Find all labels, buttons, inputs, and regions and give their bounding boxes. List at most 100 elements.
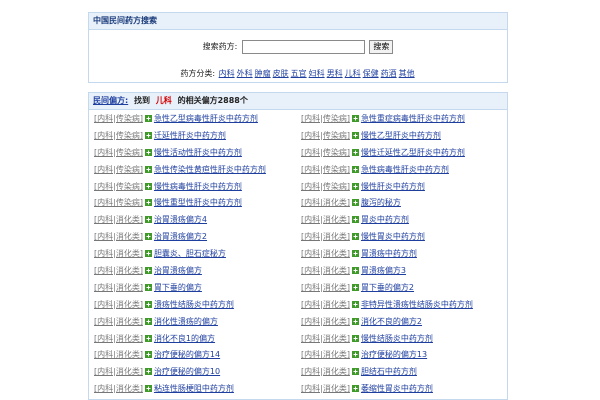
result-title-link[interactable]: 消化不良1的偏方	[154, 334, 215, 343]
result-category-link[interactable]: [内科|消化类]	[301, 367, 350, 376]
result-category-link[interactable]: [内科|消化类]	[301, 317, 350, 326]
result-title-link[interactable]: 慢性迁延性乙型肝炎中药方剂	[361, 148, 465, 157]
result-item: [内科|消化类] 非特异性溃疡性结肠炎中药方剂	[301, 297, 504, 314]
search-label: 搜索药方:	[202, 42, 238, 51]
category-link[interactable]: 男科	[327, 69, 343, 78]
result-category-link[interactable]: [内科|消化类]	[94, 300, 143, 309]
result-title-link[interactable]: 溃疡性结肠炎中药方剂	[154, 300, 234, 309]
result-category-link[interactable]: [内科|消化类]	[94, 266, 143, 275]
result-title-link[interactable]: 胃溃疡偏方3	[361, 266, 406, 275]
result-category-link[interactable]: [内科|传染病]	[301, 114, 350, 123]
result-title-link[interactable]: 治胃溃疡偏方4	[154, 215, 207, 224]
category-link[interactable]: 妇科	[309, 69, 325, 78]
result-category-link[interactable]: [内科|传染病]	[301, 148, 350, 157]
result-category-link[interactable]: [内科|消化类]	[94, 249, 143, 258]
category-link[interactable]: 其他	[399, 69, 415, 78]
result-title-link[interactable]: 慢性胃炎中药方剂	[361, 232, 425, 241]
green-plus-square-icon	[144, 196, 152, 207]
category-link[interactable]: 儿科	[345, 69, 361, 78]
result-item: [内科|消化类] 治胃溃疡偏方4	[94, 212, 301, 229]
result-title-link[interactable]: 治疗便秘的偏方14	[154, 350, 220, 359]
search-row: 搜索药方: 搜索	[89, 40, 507, 55]
result-title-link[interactable]: 慢性乙型肝炎中药方剂	[361, 131, 441, 140]
result-title-link[interactable]: 胆囊炎、胆石症秘方	[154, 249, 226, 258]
result-title-link[interactable]: 慢性活动性肝炎中药方剂	[154, 148, 242, 157]
category-link[interactable]: 皮肤	[273, 69, 289, 78]
result-category-link[interactable]: [内科|消化类]	[94, 283, 143, 292]
result-category-link[interactable]: [内科|传染病]	[94, 165, 143, 174]
result-category-link[interactable]: [内科|消化类]	[301, 300, 350, 309]
result-category-link[interactable]: [内科|传染病]	[94, 198, 143, 207]
result-item: [内科|消化类] 粘连性肠梗阻中药方剂	[94, 381, 301, 398]
category-nav: 药方分类: 内科 外科 肿瘤 皮肤 五官 妇科 男科 儿科 保健 药酒 其他	[89, 68, 507, 80]
result-title-link[interactable]: 慢性结肠炎中药方剂	[361, 334, 433, 343]
category-link[interactable]: 肿瘤	[255, 69, 271, 78]
green-plus-square-icon	[351, 180, 359, 190]
result-title-link[interactable]: 胃下垂的偏方2	[361, 283, 414, 292]
result-title-link[interactable]: 萎缩性胃炎中药方剂	[361, 384, 433, 393]
result-title-link[interactable]: 迁延性肝炎中药方剂	[154, 131, 226, 140]
result-title-link[interactable]: 急性病毒性肝炎中药方剂	[361, 165, 449, 174]
result-title-link[interactable]: 慢性重型性肝炎中药方剂	[154, 198, 242, 207]
result-category-link[interactable]: [内科|传染病]	[301, 131, 350, 140]
result-category-link[interactable]: [内科|消化类]	[301, 384, 350, 393]
result-title-link[interactable]: 急性传染性黄疸性肝炎中药方剂	[154, 165, 266, 174]
result-title-link[interactable]: 治胃溃疡偏方2	[154, 232, 207, 241]
result-category-link[interactable]: [内科|消化类]	[301, 266, 350, 275]
result-title-link[interactable]: 消化性溃疡的偏方	[154, 317, 218, 326]
result-category-link[interactable]: [内科|消化类]	[94, 317, 143, 326]
result-category-link[interactable]: [内科|消化类]	[94, 215, 143, 224]
result-title-link[interactable]: 非特异性溃疡性结肠炎中药方剂	[361, 300, 473, 309]
result-item: [内科|消化类] 胃下垂的偏方2	[301, 280, 504, 297]
result-title-link[interactable]: 慢性肝炎中药方剂	[361, 182, 425, 191]
result-category-link[interactable]: [内科|消化类]	[94, 334, 143, 343]
category-link[interactable]: 内科	[219, 69, 235, 78]
search-input[interactable]	[241, 40, 365, 54]
result-category-link[interactable]: [内科|消化类]	[301, 198, 350, 207]
result-category-link[interactable]: [内科|消化类]	[301, 215, 350, 224]
result-item: [内科|传染病] 迁延性肝炎中药方剂	[94, 128, 301, 145]
result-item: [内科|消化类] 胃溃疡偏方3	[301, 263, 504, 280]
result-category-link[interactable]: [内科|传染病]	[94, 114, 143, 123]
result-category-link[interactable]: [内科|消化类]	[94, 367, 143, 376]
result-item: [内科|传染病] 急性传染性黄疸性肝炎中药方剂	[94, 162, 301, 179]
result-category-link[interactable]: [内科|消化类]	[301, 334, 350, 343]
result-item: [内科|传染病] 慢性活动性肝炎中药方剂	[94, 145, 301, 162]
green-plus-square-icon	[351, 298, 359, 308]
category-link[interactable]: 药酒	[381, 69, 397, 78]
result-category-link[interactable]: [内科|消化类]	[301, 350, 350, 359]
result-title-link[interactable]: 胃溃疡中药方剂	[361, 249, 417, 258]
result-category-link[interactable]: [内科|消化类]	[94, 232, 143, 241]
result-title-link[interactable]: 治疗便秘的偏方13	[361, 350, 427, 359]
result-category-link[interactable]: [内科|传染病]	[301, 165, 350, 174]
result-category-link[interactable]: [内科|消化类]	[301, 232, 350, 241]
green-plus-square-icon	[351, 315, 359, 325]
result-category-link[interactable]: [内科|传染病]	[301, 182, 350, 191]
result-category-link[interactable]: [内科|消化类]	[94, 384, 143, 393]
result-title-link[interactable]: 粘连性肠梗阻中药方剂	[154, 384, 234, 393]
green-plus-square-icon	[144, 348, 152, 359]
result-category-link[interactable]: [内科|消化类]	[94, 350, 143, 359]
result-category-link[interactable]: [内科|传染病]	[94, 148, 143, 157]
result-title-link[interactable]: 慢性病毒性肝炎中药方剂	[154, 182, 242, 191]
result-title-link[interactable]: 消化不良的偏方2	[361, 317, 422, 326]
result-title-link[interactable]: 腹泻的秘方	[361, 198, 401, 207]
result-title-link[interactable]: 治胃溃疡偏方	[154, 266, 202, 275]
search-button[interactable]: 搜索	[369, 40, 394, 54]
result-title-link[interactable]: 急性乙型病毒性肝炎中药方剂	[154, 114, 258, 123]
category-link[interactable]: 五官	[291, 69, 307, 78]
result-title-link[interactable]: 治疗便秘的偏方10	[154, 367, 220, 376]
category-link[interactable]: 保健	[363, 69, 379, 78]
result-title-link[interactable]: 胃炎中药方剂	[361, 215, 409, 224]
result-title-link[interactable]: 胃下垂的偏方	[154, 283, 202, 292]
green-plus-square-icon	[351, 196, 359, 207]
result-category-link[interactable]: [内科|消化类]	[301, 249, 350, 258]
result-category-link[interactable]: [内科|消化类]	[301, 283, 350, 292]
results-prefix-link[interactable]: 民间偏方:	[93, 96, 128, 105]
category-link[interactable]: 外科	[237, 69, 253, 78]
result-category-link[interactable]: [内科|传染病]	[94, 131, 143, 140]
green-plus-square-icon	[144, 129, 152, 139]
result-title-link[interactable]: 胆结石中药方剂	[361, 367, 417, 376]
result-category-link[interactable]: [内科|传染病]	[94, 182, 143, 191]
result-title-link[interactable]: 急性重症病毒性肝炎中药方剂	[361, 114, 465, 123]
